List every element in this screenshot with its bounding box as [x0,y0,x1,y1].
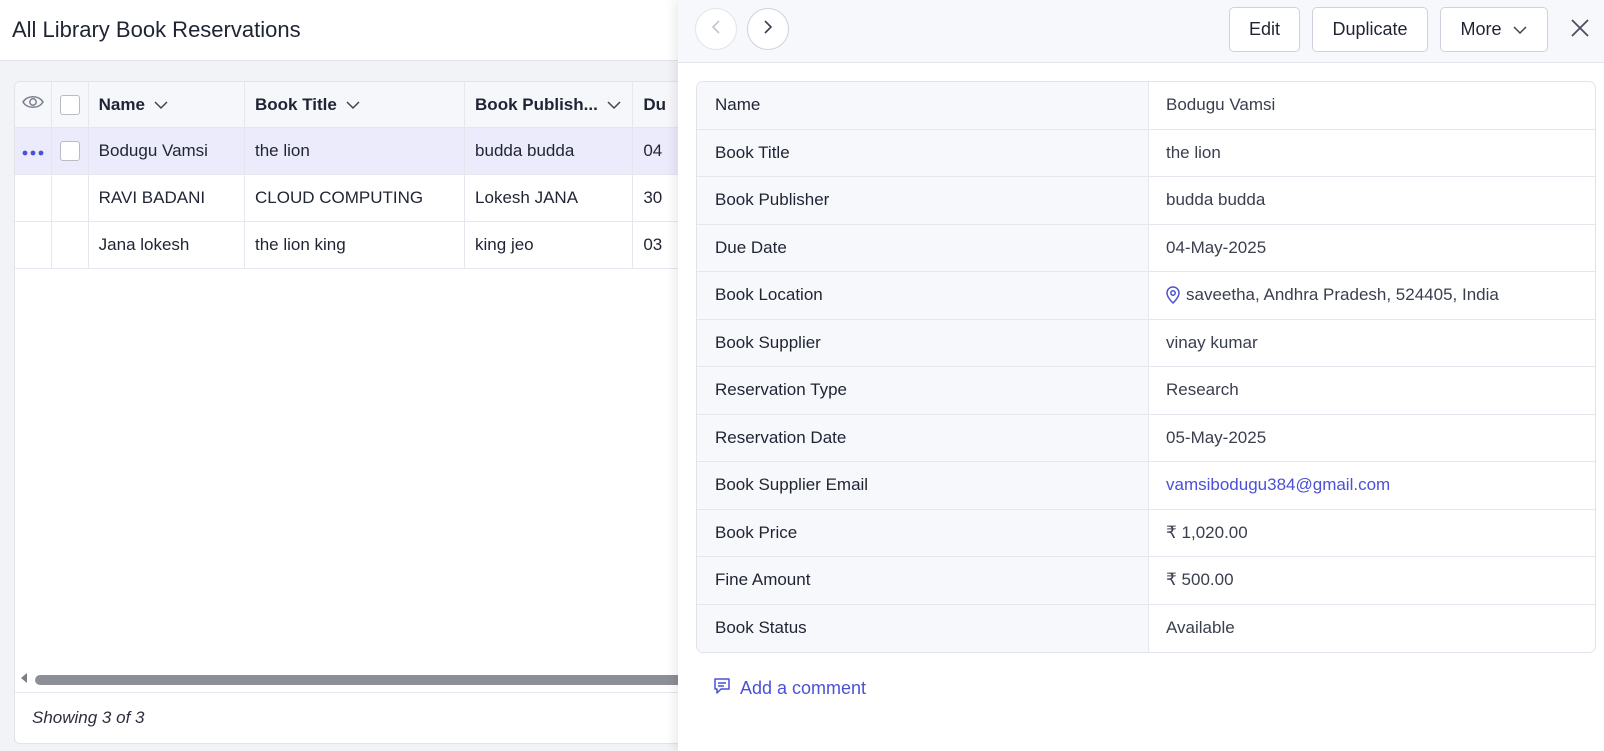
field-value: vinay kumar [1166,332,1258,352]
chevron-down-icon [1512,19,1528,40]
detail-row: Fine Amount ₹ 500.00 [697,557,1595,605]
eye-icon [22,94,44,115]
cell-book-title[interactable]: the lion king [245,222,466,268]
field-label: Book Price [697,509,1149,556]
page-title: All Library Book Reservations [12,17,301,42]
field-value: the lion [1166,142,1221,162]
table-row[interactable]: Bodugu Vamsi the lion budda budda 04 [15,128,713,175]
column-header-book-publisher[interactable]: Book Publish... [465,82,634,127]
field-value: Bodugu Vamsi [1166,95,1276,115]
list-header: All Library Book Reservations [0,0,700,61]
field-label: Fine Amount [697,557,1149,604]
cell-book-publisher[interactable]: king jeo [465,222,634,268]
record-detail-drawer: Edit Duplicate More Name Bodugu Vamsi Bo… [678,0,1604,751]
field-value-location[interactable]: saveetha, Andhra Pradesh, 524405, India [1149,272,1595,319]
more-button-label: More [1460,19,1502,39]
edit-button[interactable]: Edit [1229,7,1300,52]
field-label: Book Location [697,272,1149,319]
field-label: Book Publisher [697,177,1149,224]
field-value: 04-May-2025 [1166,237,1267,257]
row-checkbox-cell [52,222,89,268]
next-record-button[interactable] [747,8,789,50]
column-header-label: Book Title [254,94,337,114]
column-header-label: Du [643,94,666,114]
table-row[interactable]: Jana lokesh the lion king king jeo 03 [15,222,713,269]
detail-row: Due Date 04-May-2025 [697,224,1595,272]
grid-header: Name Book Title Book Publish... Du [15,82,713,128]
scroll-left-arrow-icon[interactable] [19,671,29,689]
more-dots-icon[interactable] [22,141,44,161]
detail-row: Name Bodugu Vamsi [697,82,1595,130]
row-actions-cell [15,222,52,268]
comment-icon [712,676,732,701]
previous-record-button[interactable] [695,8,737,50]
field-label: Book Status [697,604,1149,652]
field-label: Reservation Type [697,367,1149,414]
close-icon [1570,18,1590,43]
add-comment-link[interactable]: Add a comment [712,676,866,701]
column-header-label: Name [98,94,145,114]
field-label: Name [697,82,1149,129]
add-comment-label: Add a comment [740,678,867,698]
field-label: Book Supplier [697,319,1149,366]
drawer-toolbar: Edit Duplicate More [678,0,1604,63]
cell-book-publisher[interactable]: budda budda [465,128,634,174]
detail-row: Book Supplier vinay kumar [697,319,1595,367]
cell-name[interactable]: RAVI BADANI [89,175,245,221]
field-label: Book Title [697,129,1149,176]
cell-book-publisher[interactable]: Lokesh JANA [465,175,634,221]
chevron-down-icon[interactable] [345,100,361,110]
cell-name[interactable]: Bodugu Vamsi [89,128,245,174]
field-value: ₹ 1,020.00 [1166,522,1248,542]
location-pin-icon [1166,286,1180,305]
detail-row: Reservation Date 05-May-2025 [697,414,1595,462]
more-button[interactable]: More [1440,7,1548,52]
detail-row: Book Supplier Email vamsibodugu384@gmail… [697,462,1595,510]
close-drawer-button[interactable] [1566,16,1594,44]
record-details-table: Name Bodugu Vamsi Book Title the lion Bo… [696,81,1596,653]
record-count: Showing 3 of 3 [15,692,713,743]
field-label: Reservation Date [697,414,1149,461]
chevron-down-icon[interactable] [153,100,169,110]
field-value: 05-May-2025 [1166,427,1267,447]
field-label: Book Supplier Email [697,462,1149,509]
table-row[interactable]: RAVI BADANI CLOUD COMPUTING Lokesh JANA … [15,175,713,222]
scrollbar-thumb[interactable] [35,675,695,685]
cell-book-title[interactable]: the lion [245,128,466,174]
field-value: Available [1166,618,1235,638]
row-checkbox-cell [52,175,89,221]
row-checkbox[interactable] [59,141,80,161]
column-header-label: Book Publish... [475,94,598,114]
column-visibility-toggle[interactable] [15,82,52,127]
row-actions-cell [15,175,52,221]
row-actions-menu[interactable] [15,128,52,174]
select-all-checkbox[interactable] [59,94,80,115]
detail-row: Reservation Type Research [697,367,1595,415]
column-header-name[interactable]: Name [89,82,245,127]
field-value: Research [1166,380,1239,400]
duplicate-button[interactable]: Duplicate [1312,7,1428,52]
field-label: Due Date [697,224,1149,271]
horizontal-scrollbar[interactable] [19,671,713,689]
list-view: All Library Book Reservations Name Book … [0,0,714,751]
field-value: budda budda [1166,190,1266,210]
detail-row: Book Title the lion [697,129,1595,177]
detail-row: Book Location saveetha, Andhra Pradesh, … [697,272,1595,320]
supplier-email-link[interactable]: vamsibodugu384@gmail.com [1149,462,1595,509]
chevron-down-icon[interactable] [606,100,622,110]
detail-row: Book Price ₹ 1,020.00 [697,509,1595,557]
chevron-right-icon [763,19,773,40]
detail-row: Book Publisher budda budda [697,177,1595,225]
reservations-grid: Name Book Title Book Publish... Du Bodug… [14,81,714,744]
field-value: ₹ 500.00 [1166,570,1234,590]
cell-name[interactable]: Jana lokesh [89,222,245,268]
chevron-left-icon [711,19,721,40]
detail-row: Book Status Available [697,604,1595,652]
location-text: saveetha, Andhra Pradesh, 524405, India [1186,285,1499,305]
cell-book-title[interactable]: CLOUD COMPUTING [245,175,466,221]
column-header-book-title[interactable]: Book Title [245,82,466,127]
